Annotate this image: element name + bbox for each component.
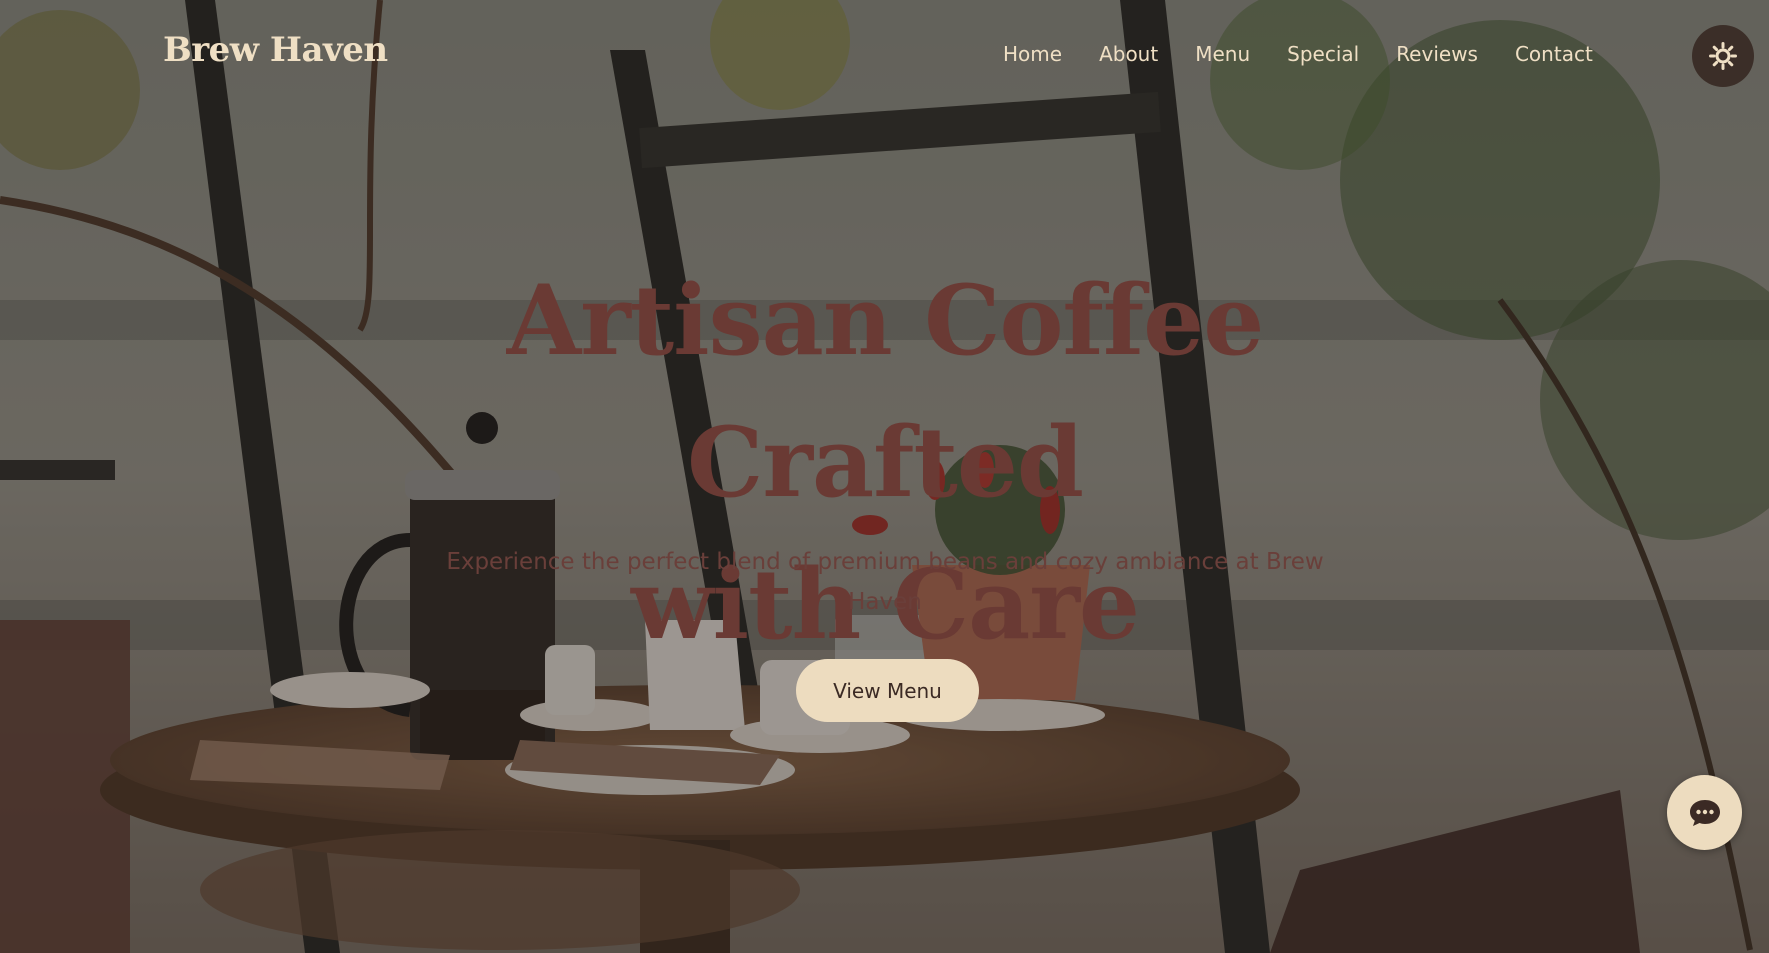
- chat-button[interactable]: [1667, 775, 1742, 850]
- hero-section: Brew Haven Home About Menu Special Revie…: [0, 0, 1769, 953]
- theme-toggle-button[interactable]: [1692, 25, 1754, 87]
- nav-links: Home About Menu Special Reviews Contact: [1003, 42, 1630, 66]
- brand-logo[interactable]: Brew Haven: [163, 30, 388, 70]
- hero-title-line-1: Artisan Coffee Crafted: [506, 264, 1265, 519]
- sun-icon: [1709, 42, 1737, 70]
- nav-link-menu[interactable]: Menu: [1195, 42, 1250, 66]
- nav-link-home[interactable]: Home: [1003, 42, 1062, 66]
- nav-link-special[interactable]: Special: [1287, 42, 1359, 66]
- nav-link-contact[interactable]: Contact: [1515, 42, 1593, 66]
- hero-subtitle-line-1: Experience the perfect blend of premium …: [446, 549, 1324, 575]
- nav-link-reviews[interactable]: Reviews: [1396, 42, 1478, 66]
- navbar: Brew Haven Home About Menu Special Revie…: [0, 0, 1769, 110]
- view-menu-button[interactable]: View Menu: [796, 659, 979, 722]
- hero-subtitle: Experience the perfect blend of premium …: [405, 542, 1365, 622]
- chat-bubble-icon: [1689, 799, 1720, 826]
- nav-link-about[interactable]: About: [1099, 42, 1158, 66]
- hero-subtitle-line-2: Haven: [848, 589, 922, 615]
